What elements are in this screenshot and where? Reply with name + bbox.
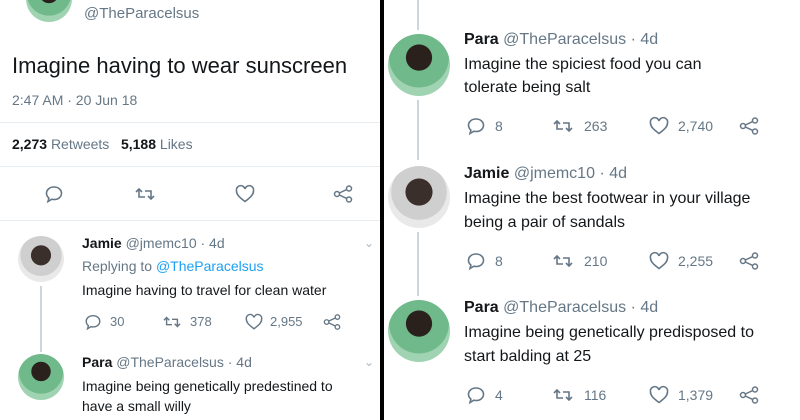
share-icon[interactable] <box>332 184 354 204</box>
like-count[interactable]: 2,740 <box>678 118 713 134</box>
chevron-down-icon[interactable]: ⌄ <box>364 236 374 250</box>
reply-text-line-2: have a small willy <box>82 398 191 414</box>
share-icon[interactable] <box>738 116 760 136</box>
reply-text-line-1: Imagine the spiciest food you can <box>464 56 702 73</box>
retweet-count[interactable]: 116 <box>584 387 606 403</box>
main-tweet-text: Imagine having to wear sunscreen <box>12 53 348 78</box>
main-tweet-avatar[interactable] <box>26 0 72 22</box>
replying-to-label: Replying to <box>82 258 153 274</box>
reply-author-name[interactable]: Para <box>464 299 499 316</box>
reply-header: Jamie @jmemc10 · 4d <box>464 165 627 183</box>
thread-line <box>40 286 42 352</box>
like-count[interactable]: 2,255 <box>678 253 713 269</box>
reply-text-line-2: tolerate being salt <box>464 79 591 96</box>
reply-time[interactable]: · 4d <box>631 299 659 316</box>
reply-avatar-jamie[interactable] <box>18 236 64 282</box>
share-icon[interactable] <box>322 313 342 331</box>
retweet-icon[interactable] <box>552 251 574 271</box>
reply-avatar-para[interactable] <box>18 354 64 400</box>
retweet-icon[interactable] <box>552 116 574 136</box>
divider <box>0 122 380 123</box>
reply-count[interactable]: 4 <box>495 387 503 403</box>
main-tweet-stats: 2,273 Retweets 5,188 Likes <box>12 136 193 152</box>
thread-line <box>417 100 419 160</box>
reply-avatar-para[interactable] <box>388 34 450 96</box>
share-icon[interactable] <box>738 251 760 271</box>
reply-text: Imagine having to travel for clean water <box>82 282 327 298</box>
reply-text-line-1: Imagine being genetically predisposed to <box>464 324 754 341</box>
thread-line <box>417 0 419 30</box>
reply-count[interactable]: 8 <box>495 253 503 269</box>
reply-count[interactable]: 30 <box>110 314 124 329</box>
retweet-icon[interactable] <box>552 385 574 405</box>
chevron-down-icon[interactable]: ⌄ <box>364 355 374 369</box>
reply-time[interactable]: · 4d <box>228 354 252 370</box>
like-icon[interactable] <box>648 116 670 136</box>
like-icon[interactable] <box>648 251 670 271</box>
reply-icon[interactable] <box>84 313 102 331</box>
like-count[interactable]: 2,955 <box>270 314 303 329</box>
retweet-count[interactable]: 210 <box>584 253 607 269</box>
retweet-icon[interactable] <box>162 313 182 331</box>
reply-header: Para @TheParacelsus · 4d <box>464 299 658 317</box>
left-screenshot-panel: @TheParacelsus Imagine having to wear su… <box>0 0 380 420</box>
retweets-count[interactable]: 2,273 <box>12 136 47 152</box>
reply-text-line-1: Imagine the best footwear in your villag… <box>464 190 751 207</box>
retweet-icon[interactable] <box>134 184 156 204</box>
reply-avatar-para[interactable] <box>388 300 450 362</box>
reply-icon[interactable] <box>466 385 486 405</box>
share-icon[interactable] <box>738 385 760 405</box>
replying-to: Replying to @TheParacelsus <box>82 258 264 274</box>
reply-icon[interactable] <box>44 184 64 204</box>
reply-author-name[interactable]: Jamie <box>464 165 509 182</box>
reply-time[interactable]: · 4d <box>631 31 659 48</box>
reply-count[interactable]: 8 <box>495 118 503 134</box>
main-tweet-timestamp[interactable]: 2:47 AM · 20 Jun 18 <box>12 92 137 108</box>
replying-to-handle[interactable]: @TheParacelsus <box>156 258 264 274</box>
reply-author-handle[interactable]: @TheParacelsus <box>116 354 224 370</box>
likes-count[interactable]: 5,188 <box>121 136 156 152</box>
reply-header: Para @TheParacelsus · 4d <box>82 354 252 370</box>
reply-time[interactable]: · 4d <box>201 235 225 251</box>
like-icon[interactable] <box>234 184 256 204</box>
retweet-count[interactable]: 378 <box>190 314 212 329</box>
retweets-label[interactable]: Retweets <box>51 136 109 152</box>
reply-time[interactable]: · 4d <box>599 165 627 182</box>
reply-author-name[interactable]: Para <box>464 31 499 48</box>
thread-line <box>417 232 419 296</box>
retweet-count[interactable]: 263 <box>584 118 607 134</box>
reply-author-handle[interactable]: @TheParacelsus <box>503 31 626 48</box>
likes-label[interactable]: Likes <box>160 136 193 152</box>
like-icon[interactable] <box>244 313 264 331</box>
divider <box>0 166 380 167</box>
like-count[interactable]: 1,379 <box>678 387 713 403</box>
reply-text-line-2: start balding at 25 <box>464 348 592 365</box>
reply-header: Para @TheParacelsus · 4d <box>464 31 658 49</box>
reply-header: Jamie @jmemc10 · 4d <box>82 235 225 251</box>
main-tweet-handle[interactable]: @TheParacelsus <box>84 5 199 22</box>
reply-text-line-2: being a pair of sandals <box>464 214 625 231</box>
divider <box>0 220 380 221</box>
right-screenshot-panel: Para @TheParacelsus · 4d Imagine the spi… <box>384 0 800 420</box>
like-icon[interactable] <box>648 385 670 405</box>
reply-icon[interactable] <box>466 116 486 136</box>
reply-author-name[interactable]: Para <box>82 354 112 370</box>
reply-text-line-1: Imagine being genetically predestined to <box>82 378 333 394</box>
reply-avatar-jamie[interactable] <box>388 166 450 228</box>
reply-author-handle[interactable]: @TheParacelsus <box>503 299 626 316</box>
reply-icon[interactable] <box>466 251 486 271</box>
reply-author-handle[interactable]: @jmemc10 <box>514 165 595 182</box>
reply-author-handle[interactable]: @jmemc10 <box>126 235 197 251</box>
reply-author-name[interactable]: Jamie <box>82 235 122 251</box>
